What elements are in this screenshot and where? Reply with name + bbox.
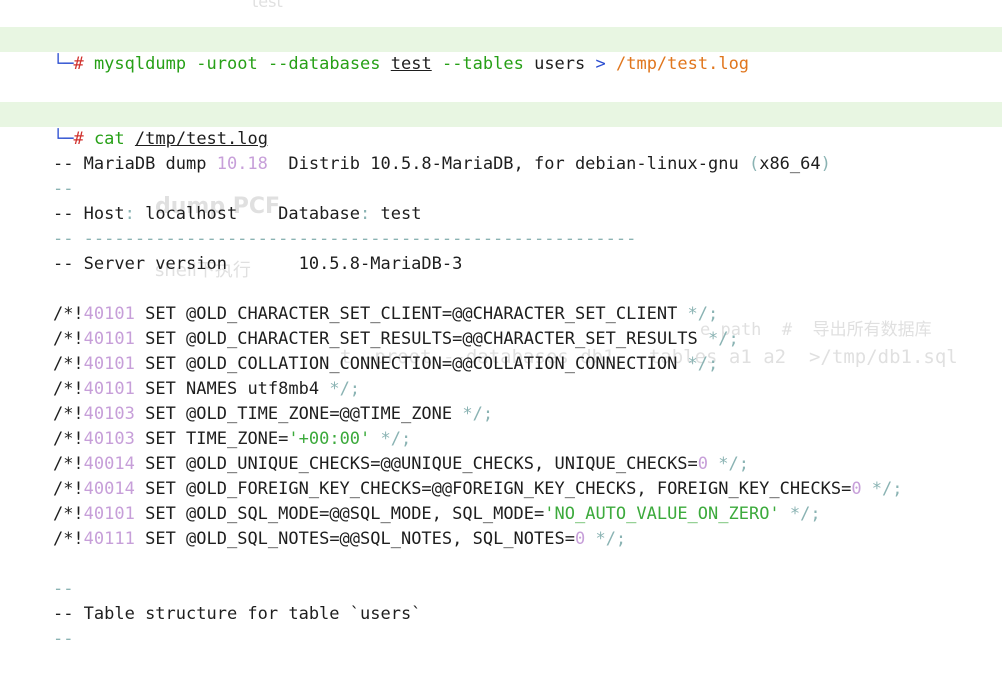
command-line-2[interactable]: └─# cat /tmp/test.log: [0, 102, 1002, 149]
output-line: --: [0, 152, 1002, 199]
sql-set-line: /*!40014 SET @OLD_FOREIGN_KEY_CHECKS=@@F…: [0, 452, 1002, 499]
sql-value: 0: [574, 529, 586, 549]
output-line: -- Table structure for table `users`: [0, 577, 1002, 624]
sql-set-line: /*!40101 SET @OLD_CHARACTER_SET_RESULTS=…: [0, 302, 1002, 349]
prompt-header-1: ┌──(root💀kali)-[~]: [0, 2, 1002, 49]
sql-set-line: /*!40111 SET @OLD_SQL_NOTES=@@SQL_NOTES,…: [0, 502, 1002, 549]
command-args-mid: --tables: [431, 54, 535, 74]
command-db-arg: test: [390, 54, 432, 74]
output-line: --: [0, 552, 1002, 599]
prompt-hash: #: [73, 54, 84, 74]
command-name: mysqldump: [93, 54, 187, 74]
sql-set-line: /*!40101 SET @OLD_SQL_MODE=@@SQL_MODE, S…: [0, 477, 1002, 524]
sql-set-line: /*!40103 SET @OLD_TIME_ZONE=@@TIME_ZONE …: [0, 377, 1002, 424]
sql-set-line: /*!40101 SET @OLD_COLLATION_CONNECTION=@…: [0, 327, 1002, 374]
command-line-1[interactable]: └─# mysqldump -uroot --databases test --…: [0, 27, 1002, 74]
prompt-frame-bottom: └─: [52, 54, 74, 74]
sql-comment-close: */;: [585, 529, 627, 549]
prompt-header-2: ┌──(root💀kali)-[~]: [0, 77, 1002, 124]
output-line: -- Server version 10.5.8-MariaDB-3: [0, 227, 1002, 274]
sql-comment-open: /*!: [52, 529, 84, 549]
sql-set-line: /*!40014 SET @OLD_UNIQUE_CHECKS=@@UNIQUE…: [0, 427, 1002, 474]
comment-dash: --: [52, 629, 74, 649]
output-text: 10.5.8-MariaDB-3: [226, 254, 463, 274]
sql-set-line: /*!40101 SET NAMES utf8mb4 */;: [0, 352, 1002, 399]
terminal-window[interactable]: test dump PCF shell下执行 e path # 导出所有数据库 …: [0, 0, 1002, 649]
sql-set-line: /*!40101 SET @OLD_CHARACTER_SET_CLIENT=@…: [0, 277, 1002, 324]
sql-body: SET @OLD_SQL_NOTES=@@SQL_NOTES, SQL_NOTE…: [134, 529, 575, 549]
command-redirect: >: [585, 54, 616, 74]
output-line: -- -------------------------------------…: [0, 202, 1002, 249]
output-line: --: [0, 602, 1002, 649]
sql-set-line: /*!40103 SET TIME_ZONE='+00:00' */;: [0, 402, 1002, 449]
command-table-arg: users: [534, 54, 586, 74]
sql-version: 40111: [83, 529, 135, 549]
output-line: -- Host: localhost Database: test: [0, 177, 1002, 224]
command-args: -uroot --databases: [186, 54, 391, 74]
output-text: -- Server version: [52, 254, 227, 274]
output-line: -- MariaDB dump 10.18 Distrib 10.5.8-Mar…: [0, 127, 1002, 174]
command-target: /tmp/test.log: [615, 54, 750, 74]
